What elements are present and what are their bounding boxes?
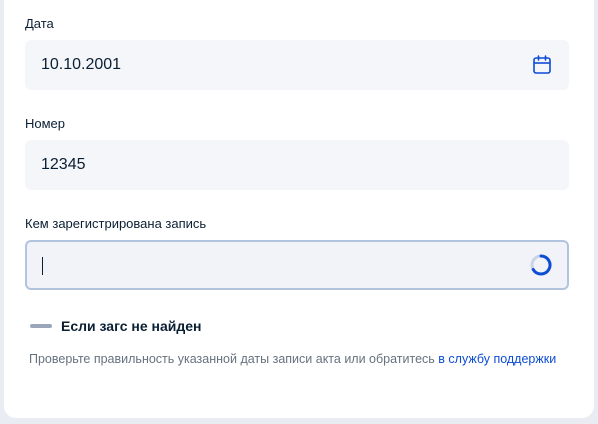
support-link[interactable]: в службу поддержки: [438, 352, 556, 366]
text-caret: [42, 257, 43, 275]
date-input-value: 10.10.2001: [41, 56, 122, 73]
registry-field-label: Кем зарегистрирована запись: [25, 216, 207, 231]
hint-text: Проверьте правильность указанной даты за…: [29, 352, 439, 366]
number-input-value: 12345: [41, 156, 86, 173]
date-input[interactable]: 10.10.2001: [25, 40, 569, 90]
calendar-icon[interactable]: [531, 54, 553, 76]
not-found-hint: Проверьте правильность указанной даты за…: [29, 347, 559, 371]
number-field-label: Номер: [25, 116, 66, 131]
number-field-group: Номер 12345: [25, 116, 569, 190]
collapse-dash-icon: [30, 324, 52, 328]
not-found-title: Если загс не найден: [61, 318, 202, 334]
date-field-label: Дата: [25, 16, 54, 31]
not-found-toggle[interactable]: Если загс не найден: [30, 316, 202, 336]
registry-input[interactable]: [25, 240, 569, 290]
registry-field-group: Кем зарегистрирована запись: [25, 216, 569, 290]
number-input[interactable]: 12345: [25, 140, 569, 190]
loading-spinner-icon: [529, 253, 553, 277]
date-field-group: Дата 10.10.2001: [25, 16, 569, 90]
